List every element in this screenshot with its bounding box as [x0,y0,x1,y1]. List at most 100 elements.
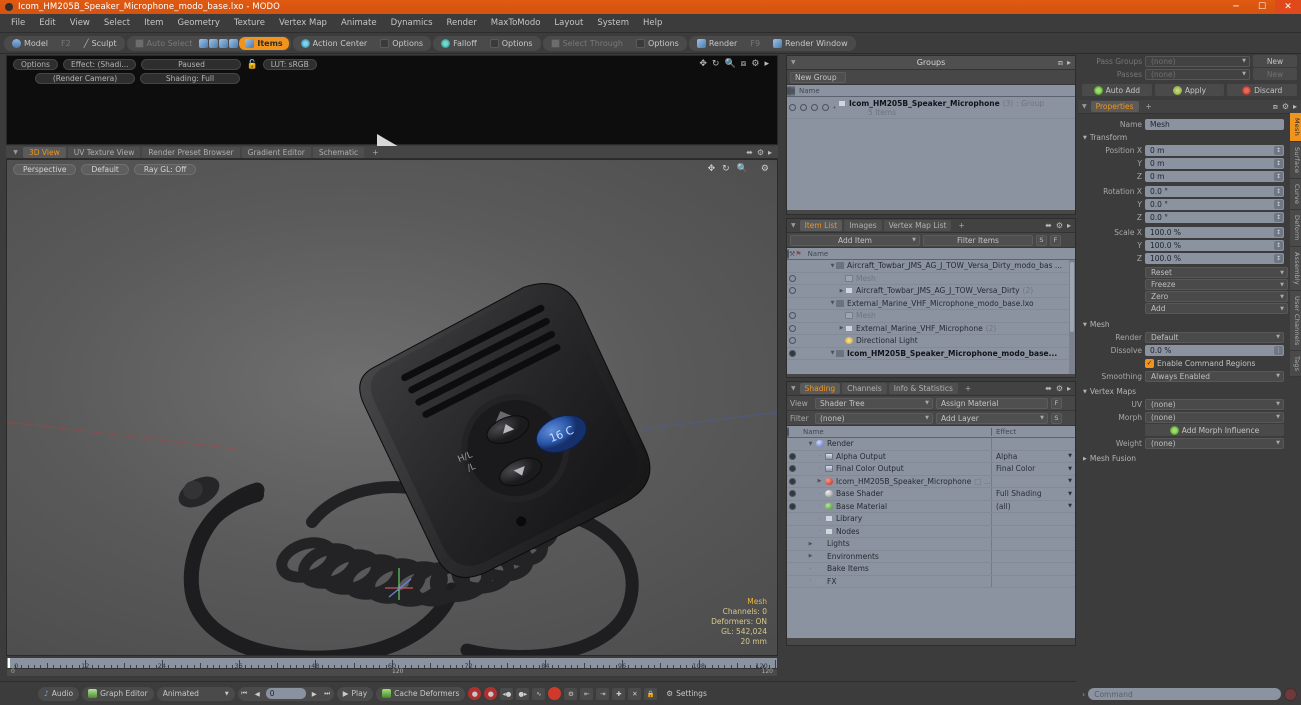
shading-row[interactable]: ▼ Render [787,438,1075,451]
transform-section-title[interactable]: ▼ Transform [1083,133,1301,142]
action-center-button[interactable]: Action Center [295,37,374,50]
shading-row[interactable]: ▶ Icom_HM205B_Speaker_Microphone □ ... ▼ [787,475,1075,488]
enable-command-regions-checkbox[interactable]: ✓ [1145,358,1154,368]
expand-icon[interactable]: · [807,578,814,584]
side-tab-tags[interactable]: Tags [1290,351,1301,378]
row-select-toggle[interactable] [820,104,831,111]
expand-icon[interactable]: · [816,491,823,497]
row-visibility-toggle[interactable] [787,502,798,510]
row-visibility-toggle[interactable] [787,452,798,460]
side-tab-mesh[interactable]: Mesh [1290,113,1301,142]
shading-row[interactable]: · Base Material (all) ▼ [787,500,1075,513]
graph-editor-button[interactable]: Graph Editor [82,686,154,701]
expand-icon[interactable]: ▶ [838,288,845,294]
current-frame-input[interactable]: 0 [265,688,306,699]
item-list-s-button[interactable]: S [1036,234,1047,246]
side-tab-deform[interactable]: Deform [1290,210,1301,247]
select-through-options-button[interactable]: Options [630,37,685,50]
expand-icon[interactable]: · [816,453,823,459]
items-mode-button[interactable]: Items [239,37,289,50]
shading-f-button[interactable]: F [1051,397,1062,409]
play-button[interactable]: ▶ Play [336,686,374,701]
expand-icon[interactable]: ▼ [829,350,836,356]
audio-button[interactable]: ♪ Audio [38,686,80,701]
chevron-right-icon[interactable]: ▸ [1293,102,1297,112]
menu-item-vertex-map[interactable]: Vertex Map [272,16,334,30]
mesh-fusion-section-title[interactable]: ▶ Mesh Fusion [1083,454,1301,463]
expand-icon[interactable]: ▼ [807,441,814,447]
viewport-tab-uv-texture-view[interactable]: UV Texture View [67,146,141,158]
add-layer-dropdown[interactable]: Add Layer ▼ [936,412,1048,424]
shading-effect-cell[interactable]: Final Color ▼ [991,463,1075,475]
render-window-button[interactable]: Render Window [767,37,854,50]
menu-item-dynamics[interactable]: Dynamics [384,16,440,30]
new-group-button[interactable]: New Group [790,71,846,83]
menu-item-view[interactable]: View [63,16,97,30]
item-list-row[interactable]: Mesh [787,310,1075,323]
menu-item-file[interactable]: File [4,16,32,30]
morph-dropdown[interactable]: (none) ▼ [1145,411,1284,423]
key-all-icon[interactable]: ● [484,687,498,700]
render-shading-dropdown[interactable]: Shading: Full [140,73,240,84]
item-list-body[interactable]: ▼ Aircraft_Towbar_JMS_AG_J_TOW_Versa_Dirt… [787,260,1075,374]
transform-input[interactable]: 0 m ↕ [1145,144,1284,156]
spinner-icon[interactable]: ↕ [1274,186,1283,196]
falloff-button[interactable]: Falloff [435,37,483,50]
expand-icon[interactable]: ▼ [829,300,836,306]
collapse-icon[interactable]: ▼ [791,59,796,66]
item-list-tab-add[interactable]: + [953,220,969,231]
vertex-maps-section-title[interactable]: ▼ Vertex Maps [1083,387,1301,396]
row-visibility-toggle[interactable] [787,312,798,320]
chevron-right-icon[interactable]: ▸ [1067,221,1071,230]
command-history-icon[interactable] [1284,687,1297,701]
menu-item-layout[interactable]: Layout [547,16,590,30]
spinner-icon[interactable]: ↕ [1274,171,1283,181]
shading-row[interactable]: · Final Color Output Final Color ▼ [787,463,1075,476]
add-viewport-tab-button[interactable]: + [366,147,384,158]
gear-icon[interactable]: ⚙ [1056,221,1063,230]
shading-effect-cell[interactable] [991,525,1075,537]
key-next-icon[interactable]: ⇥ [596,687,610,700]
render-dropdown[interactable]: Default ▼ [1145,331,1284,343]
viewport-tab-gradient-editor[interactable]: Gradient Editor [241,146,311,158]
sculpt-mode-button[interactable]: ╱ Sculpt [78,37,123,50]
gear-icon[interactable]: ⚙ [757,148,764,157]
shading-effect-cell[interactable] [991,550,1075,562]
auto-add-button[interactable]: Auto Add [1082,84,1152,96]
item-list-row[interactable]: ▼ External_Marine_VHF_Microphone_modo_bas… [787,298,1075,310]
collapse-icon[interactable]: ▼ [1082,103,1087,110]
expand-icon[interactable]: ▶ [807,541,814,547]
spinner-icon[interactable]: ↕ [1274,212,1283,222]
spinner-icon[interactable]: ↕ [1274,145,1283,155]
transform-menu-reset[interactable]: Reset ▼ [1145,267,1288,278]
expand-icon[interactable]: ⧈ [741,59,747,69]
item-list-row[interactable]: Mesh [787,273,1075,285]
menu-item-texture[interactable]: Texture [227,16,272,30]
transform-input[interactable]: 0.0 ° ↕ [1145,211,1284,223]
row-visibility-toggle[interactable] [787,324,798,332]
render-preview-viewport[interactable]: Options Effect: (Shadi... Paused 🔓 LUT: … [6,55,778,176]
timeline-range-bar[interactable]: 0 120 120 [7,668,777,676]
shading-row[interactable]: · Library [787,513,1075,526]
add-item-dropdown[interactable]: Add Item ▼ [790,234,920,246]
expand-icon[interactable]: ⬌ [746,148,753,157]
falloff-options-button[interactable]: Options [484,37,539,50]
step-forward-icon[interactable]: ▶ [308,688,321,700]
viewport-tab-render-preset-browser[interactable]: Render Preset Browser [142,146,240,158]
shading-tab-shading[interactable]: Shading [799,383,841,394]
discard-button[interactable]: Discard [1227,84,1298,96]
gear-icon[interactable]: ⚙ [751,59,759,69]
close-button[interactable]: ✕ [1275,0,1301,14]
viewport-tab-schematic[interactable]: Schematic [312,146,365,158]
shading-tab-add[interactable]: + [960,383,976,394]
autokey-icon[interactable]: ⚙ [564,687,578,700]
shading-effect-cell[interactable] [991,575,1075,587]
mesh-section-title[interactable]: ▼ Mesh [1083,320,1301,329]
add-morph-influence-button[interactable]: Add Morph Influence [1145,424,1284,436]
menu-item-system[interactable]: System [590,16,636,30]
expand-icon[interactable]: ⬌ [1045,221,1052,230]
material-mode-icon[interactable] [229,39,239,48]
side-tab-curve[interactable]: Curve [1290,179,1301,211]
item-list-row[interactable]: ▼ Icom_HM205B_Speaker_Microphone_modo_bas… [787,348,1075,360]
select-through-button[interactable]: Select Through [545,37,629,50]
